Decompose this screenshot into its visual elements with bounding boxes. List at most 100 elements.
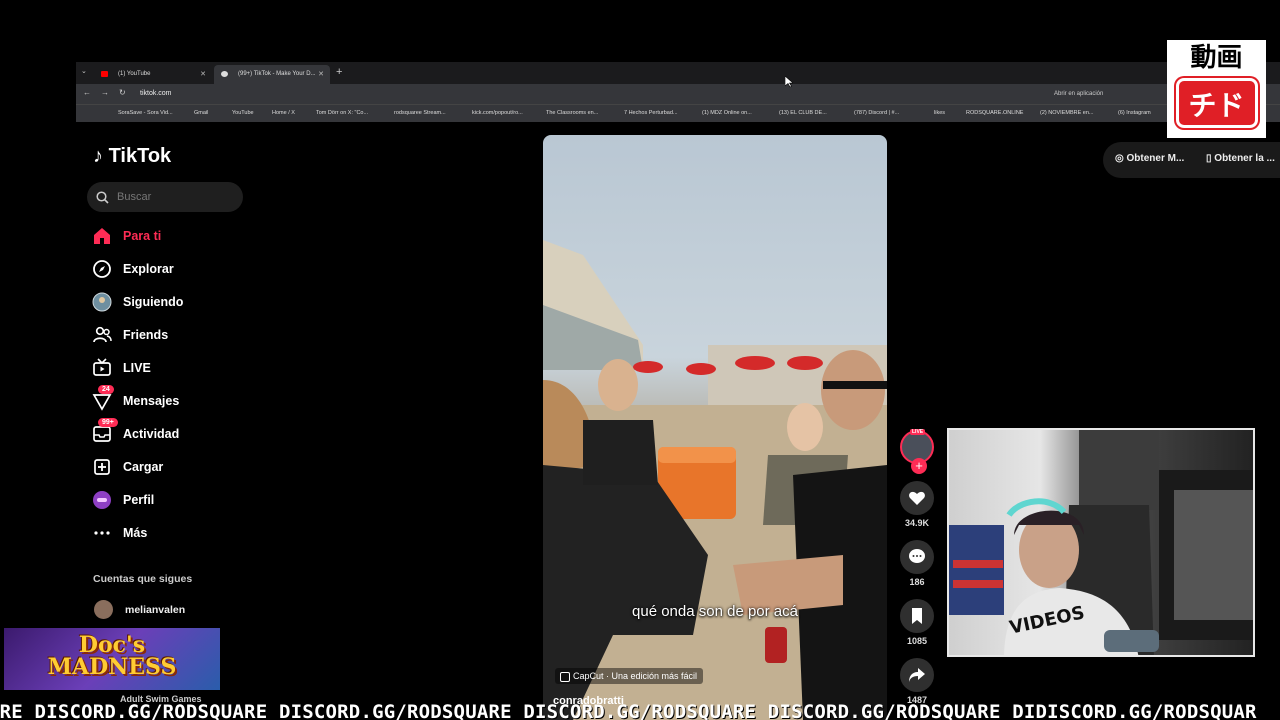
nav-label: Friends — [123, 328, 169, 342]
heart-icon — [900, 481, 934, 515]
inbox-icon — [93, 426, 111, 442]
tiktok-brand-text: TikTok — [108, 145, 172, 167]
nav-mas[interactable]: Más — [92, 523, 272, 543]
following-username: melianvalen — [125, 604, 186, 616]
creator-live-avatar[interactable]: LIVE + — [898, 429, 936, 474]
profile-avatar-icon — [93, 491, 111, 509]
bookmarks-bar: SoraSave - Sora Vid... Gmail YouTube Hom… — [76, 104, 1280, 122]
bookmark[interactable]: 7 Hechos Perturbad... — [624, 110, 678, 116]
bookmark[interactable]: (6) Instagram — [1118, 110, 1151, 116]
game-banner: Doc's MADNESS — [4, 628, 220, 690]
friends-icon — [93, 326, 112, 343]
comment-icon — [900, 540, 934, 574]
close-tab-icon[interactable]: ✕ — [200, 70, 206, 78]
navigation-bar: ← → ↻ tiktok.com Abrir en aplicación — [76, 84, 1280, 104]
share-button[interactable]: 1487 — [898, 658, 936, 705]
nav-friends[interactable]: Friends — [92, 325, 272, 345]
bookmark[interactable]: Tom Dörr on X: "Co... — [316, 110, 368, 116]
following-avatar-icon — [92, 292, 112, 312]
following-heading: Cuentas que sigues — [93, 573, 193, 585]
get-app-buttons: ◎ Obtener M... ▯ Obtener la ... — [1103, 142, 1280, 178]
search-placeholder: Buscar — [117, 191, 152, 203]
tab-label: (1) YouTube — [118, 71, 151, 77]
tab-youtube[interactable]: (1) YouTube ✕ — [94, 65, 212, 84]
close-tab-icon[interactable]: ✕ — [318, 70, 324, 78]
get-button-label: Obtener la ... — [1214, 153, 1275, 164]
save-count: 1085 — [906, 636, 928, 646]
nav-actividad[interactable]: 99+ Actividad — [92, 418, 272, 444]
nav-para-ti[interactable]: Para ti — [92, 226, 272, 246]
logo-top-text: 動画 — [1190, 43, 1243, 73]
save-button[interactable]: 1085 — [898, 599, 936, 646]
new-tab-button[interactable]: + — [336, 66, 342, 78]
nav-cargar[interactable]: Cargar — [92, 457, 272, 477]
comment-button[interactable]: 186 — [898, 540, 936, 587]
open-in-app-button[interactable]: Abrir en aplicación — [1054, 91, 1103, 97]
bookmark[interactable]: Gmail — [194, 110, 208, 116]
youtube-favicon-icon — [101, 71, 108, 77]
nav-siguiendo[interactable]: Siguiendo — [92, 292, 272, 312]
channel-logo: 動画 チドス — [1167, 40, 1266, 172]
bookmark[interactable]: (787) Discord | #... — [854, 110, 899, 116]
webcam-scene — [949, 430, 1253, 655]
mouse-cursor-icon — [785, 76, 793, 88]
video-player[interactable]: qué onda son de por acá CapCut · Una edi… — [543, 135, 887, 720]
game-title: Doc's MADNESS — [4, 634, 220, 678]
bookmark[interactable]: Home / X — [272, 110, 295, 116]
bookmark[interactable]: The Classrooms en... — [546, 110, 598, 116]
reload-icon[interactable]: ↻ — [119, 88, 126, 97]
home-icon — [94, 228, 110, 244]
bookmark[interactable]: YouTube — [232, 110, 254, 116]
follow-plus-icon[interactable]: + — [911, 458, 927, 474]
get-coins-button[interactable]: ◎ Obtener M... — [1115, 153, 1184, 164]
back-icon[interactable]: ← — [83, 88, 91, 97]
bookmark[interactable]: kick.com/popout/ro... — [472, 110, 523, 116]
video-caption: qué onda son de por acá — [632, 603, 798, 620]
webcam-overlay: VIDEOS — [947, 428, 1255, 657]
messages-badge: 24 — [98, 385, 114, 394]
avatar — [94, 600, 113, 619]
comment-count: 186 — [909, 577, 925, 587]
bookmark[interactable]: rodsquaree Stream... — [394, 110, 446, 116]
nav-label: Más — [123, 526, 148, 540]
game-title-line2: MADNESS — [47, 654, 177, 680]
address-bar[interactable]: tiktok.com — [136, 87, 172, 97]
bookmark[interactable]: RODSQUARE.ONLINE — [966, 110, 1023, 116]
nav-explorar[interactable]: Explorar — [92, 259, 272, 279]
nav-label: Para ti — [123, 229, 162, 243]
live-badge: LIVE — [910, 429, 926, 435]
bookmark-icon — [900, 599, 934, 633]
bookmark[interactable]: (13) EL CLUB DE... — [779, 110, 827, 116]
nav-label: Perfil — [123, 493, 155, 507]
tiktok-note-icon: ♪ — [93, 145, 103, 167]
discord-ticker: ARE DISCORD.GG/RODSQUARE DISCORD.GG/RODS… — [0, 700, 1280, 720]
bookmark[interactable]: SoraSave - Sora Vid... — [118, 110, 173, 116]
coin-icon: ◎ — [1115, 153, 1124, 164]
upload-icon — [94, 459, 110, 475]
messages-icon — [92, 394, 112, 411]
tab-bar: ⌄ (1) YouTube ✕ (99+) TikTok - Make Your… — [76, 62, 1280, 84]
share-icon — [900, 658, 934, 692]
nav-live[interactable]: LIVE — [92, 358, 272, 378]
tab-label: (99+) TikTok - Make Your D... — [238, 71, 316, 77]
compass-icon — [93, 260, 111, 278]
bookmark[interactable]: (2) NOVIEMBRE en... — [1040, 110, 1094, 116]
nav-perfil[interactable]: Perfil — [92, 490, 272, 510]
capcut-label[interactable]: CapCut · Una edición más fácil — [555, 668, 704, 684]
tab-search-icon[interactable]: ⌄ — [81, 67, 87, 75]
stream-screen: ⌄ (1) YouTube ✕ (99+) TikTok - Make Your… — [0, 0, 1280, 720]
bookmark[interactable]: (1) MDZ Online on... — [702, 110, 752, 116]
tiktok-logo[interactable]: ♪ TikTok — [93, 145, 171, 168]
tab-tiktok[interactable]: (99+) TikTok - Make Your D... ✕ — [214, 65, 330, 84]
more-icon — [94, 531, 110, 535]
nav-label: LIVE — [123, 361, 151, 375]
search-input[interactable]: Buscar — [87, 182, 243, 212]
activity-badge: 99+ — [98, 418, 118, 427]
like-button[interactable]: 34.9K — [898, 481, 936, 528]
nav-mensajes[interactable]: 24 Mensajes — [92, 385, 272, 411]
ticker-text: ARE DISCORD.GG/RODSQUARE DISCORD.GG/RODS… — [0, 701, 1257, 720]
bookmark[interactable]: likes — [934, 110, 945, 116]
get-app-button[interactable]: ▯ Obtener la ... — [1206, 153, 1275, 164]
nav-label: Siguiendo — [123, 295, 184, 309]
forward-icon[interactable]: → — [101, 88, 109, 97]
